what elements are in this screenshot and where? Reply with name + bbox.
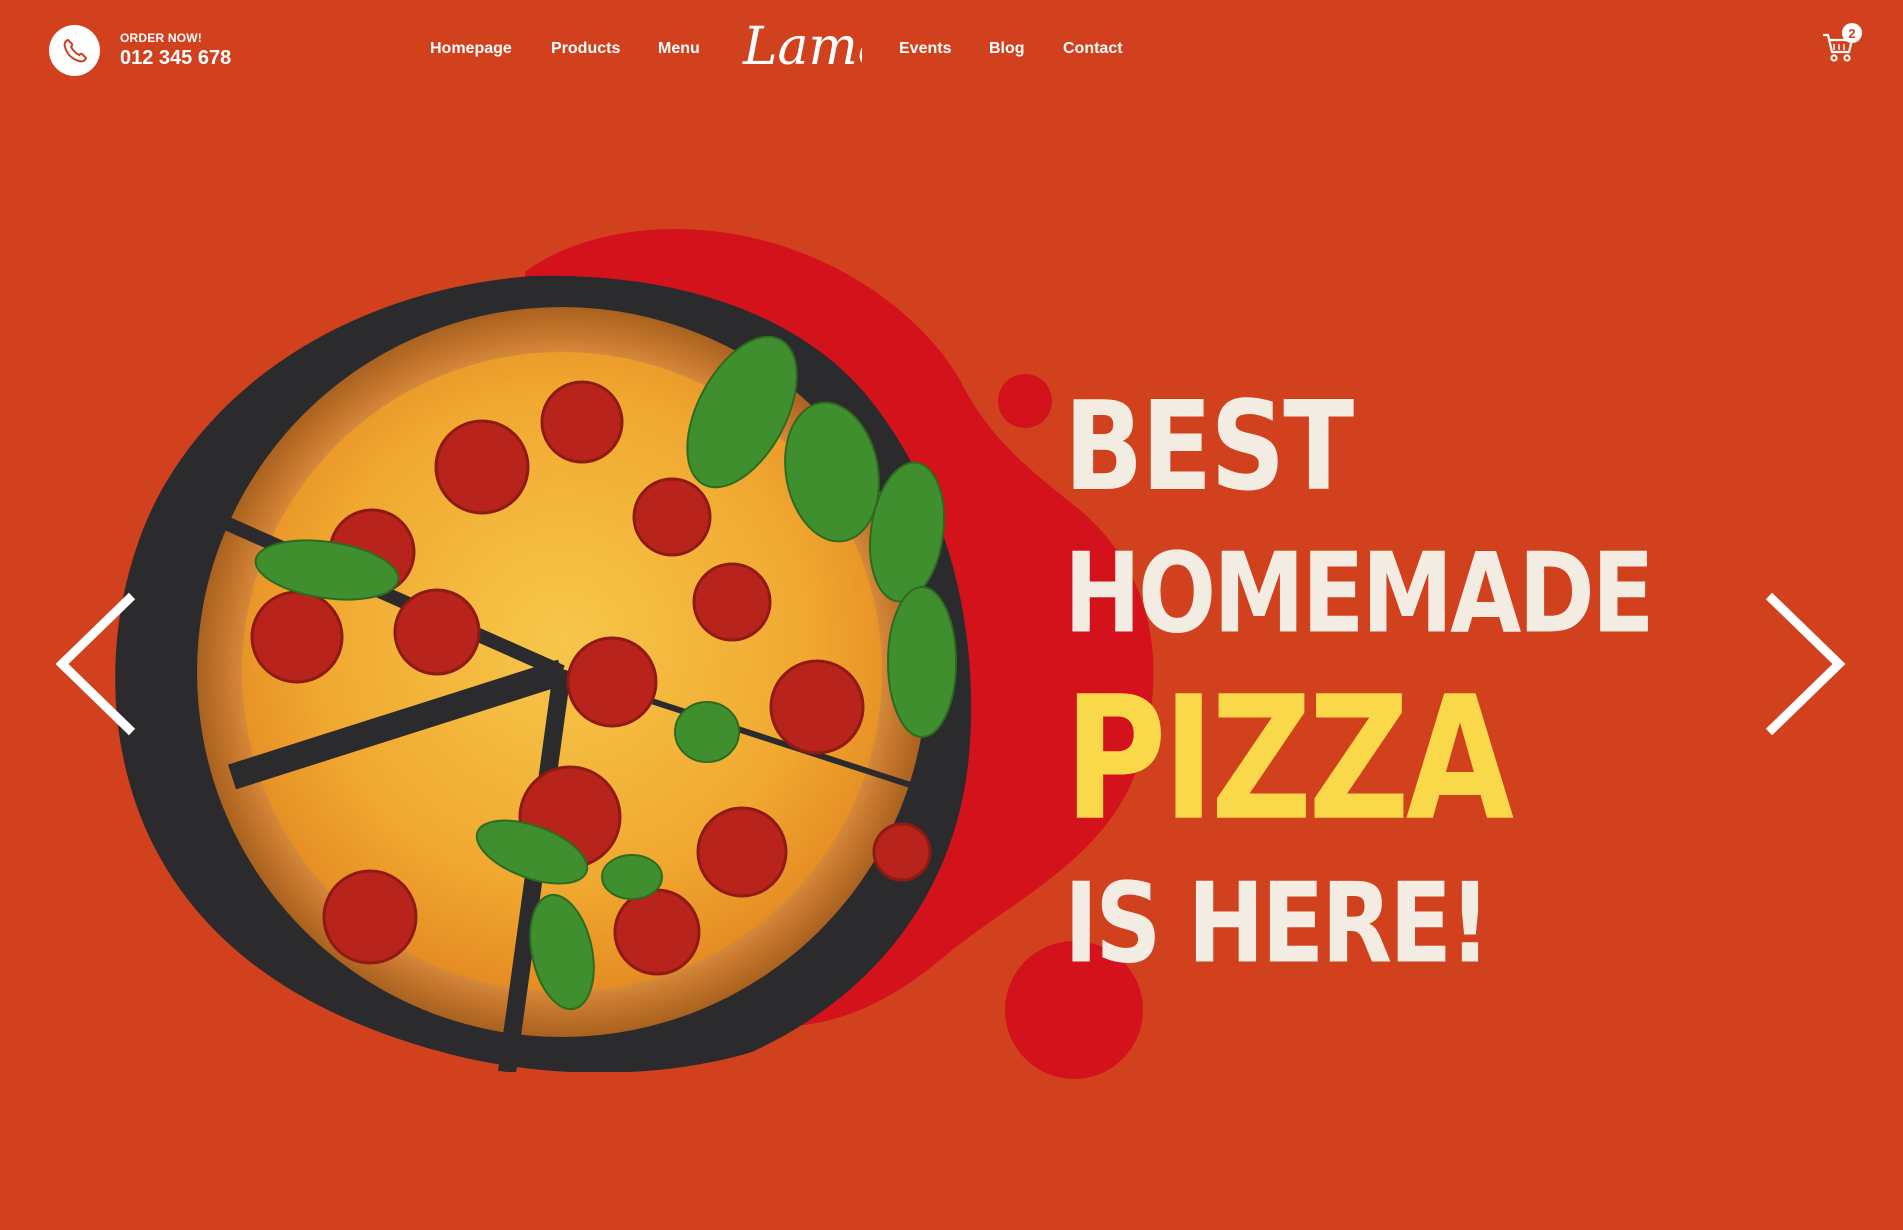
pizza-image bbox=[115, 275, 972, 1072]
hero-title: BEST HOMEMADE PIZZA IS HERE! bbox=[1064, 374, 1655, 979]
chevron-right-icon[interactable] bbox=[1763, 590, 1847, 738]
hero-line-homemade: HOMEMADE bbox=[1064, 529, 1655, 658]
hero-line-is-here: IS HERE! bbox=[1064, 859, 1491, 988]
hero-line-pizza: PIZZA bbox=[1064, 660, 1514, 860]
blob-dot-small bbox=[998, 374, 1052, 428]
chevron-left-icon[interactable] bbox=[54, 590, 138, 738]
hero-line-best: BEST bbox=[1064, 374, 1354, 519]
